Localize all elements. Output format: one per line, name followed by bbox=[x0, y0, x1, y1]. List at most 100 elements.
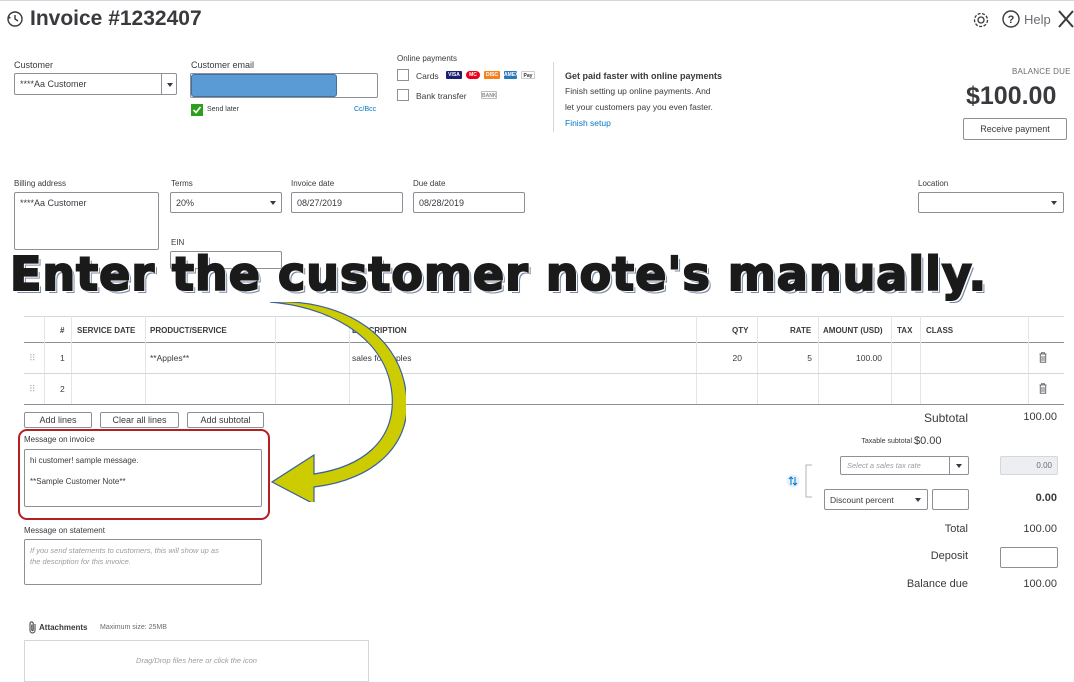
bank-logo: BANK bbox=[481, 91, 497, 99]
apple-pay-logo: Pay bbox=[521, 71, 535, 79]
taxable-subtotal-label: Taxable subtotal bbox=[861, 438, 912, 445]
svg-text:?: ? bbox=[1008, 14, 1015, 26]
message-highlight-box bbox=[18, 429, 270, 520]
cards-checkbox[interactable] bbox=[397, 69, 409, 81]
discover-logo: DISC bbox=[484, 71, 500, 79]
row-qty[interactable]: 20 bbox=[714, 353, 742, 363]
chevron-down-icon bbox=[1051, 201, 1057, 205]
terms-select[interactable]: 20% bbox=[170, 192, 282, 213]
table-bottom-border bbox=[24, 404, 1064, 405]
statement-placeholder-1: If you send statements to customers, thi… bbox=[30, 546, 219, 555]
table-row[interactable]: ⠿ 2 bbox=[24, 374, 1064, 404]
location-label: Location bbox=[918, 179, 949, 188]
col-header-qty: QTY bbox=[732, 326, 749, 335]
customer-select[interactable]: ****Aa Customer bbox=[14, 73, 177, 95]
promo-title: Get paid faster with online payments bbox=[565, 71, 723, 81]
row-rate[interactable]: 5 bbox=[774, 353, 812, 363]
invoice-date-value: 08/27/2019 bbox=[297, 198, 343, 208]
col-header-product: PRODUCT/SERVICE bbox=[150, 326, 227, 335]
ein-label: EIN bbox=[171, 238, 185, 247]
col-header-tax: TAX bbox=[897, 326, 913, 335]
add-lines-button[interactable]: Add lines bbox=[24, 412, 92, 428]
page-title: Invoice #1232407 bbox=[30, 7, 202, 30]
email-redaction bbox=[191, 74, 337, 97]
visa-logo: VISA bbox=[446, 71, 462, 79]
chevron-down-icon bbox=[915, 498, 921, 502]
send-later-checkbox[interactable] bbox=[191, 104, 203, 116]
attachments-max-size: Maximum size: 25MB bbox=[100, 624, 167, 631]
help-icon[interactable]: ? bbox=[1002, 10, 1020, 28]
swap-icon[interactable] bbox=[786, 474, 800, 488]
customer-email-label: Customer email bbox=[191, 60, 255, 70]
chevron-down-icon bbox=[167, 83, 173, 87]
send-later-label: Send later bbox=[207, 106, 239, 113]
balance-due-amount: $100.00 bbox=[966, 82, 1057, 110]
col-header-rate: RATE bbox=[790, 326, 812, 335]
paperclip-icon[interactable] bbox=[28, 621, 38, 634]
billing-address-field[interactable]: ****Aa Customer bbox=[14, 192, 159, 250]
col-header-service-date: SERVICE DATE bbox=[77, 326, 136, 335]
tax-amount-field: 0.00 bbox=[1000, 456, 1058, 475]
invoice-date-label: Invoice date bbox=[291, 179, 335, 188]
row-product[interactable]: **Apples** bbox=[150, 353, 189, 363]
location-select[interactable] bbox=[918, 192, 1064, 213]
customer-value: ****Aa Customer bbox=[20, 79, 87, 89]
gear-icon[interactable] bbox=[972, 11, 990, 29]
total-label: Total bbox=[944, 523, 968, 535]
row-amount[interactable]: 100.00 bbox=[824, 353, 882, 363]
top-border bbox=[0, 0, 1074, 1]
trash-icon[interactable] bbox=[1039, 352, 1047, 363]
billing-address-label: Billing address bbox=[14, 179, 67, 188]
receive-payment-button[interactable]: Receive payment bbox=[963, 118, 1067, 140]
select-divider bbox=[161, 74, 162, 94]
message-statement-field[interactable]: If you send statements to customers, thi… bbox=[24, 539, 262, 585]
bank-transfer-label: Bank transfer bbox=[416, 91, 467, 101]
cards-label: Cards bbox=[416, 71, 439, 81]
drag-handle-icon[interactable]: ⠿ bbox=[29, 353, 36, 364]
col-header-amount: AMOUNT (USD) bbox=[823, 326, 883, 335]
deposit-input[interactable] bbox=[1000, 547, 1058, 568]
billing-address-value: ****Aa Customer bbox=[20, 198, 87, 208]
finish-setup-link[interactable]: Finish setup bbox=[565, 116, 611, 131]
check-icon bbox=[192, 106, 202, 114]
bank-transfer-checkbox[interactable] bbox=[397, 89, 409, 101]
subtotal-value: 100.00 bbox=[1023, 411, 1057, 423]
help-link[interactable]: Help bbox=[1024, 12, 1051, 27]
col-header-num: # bbox=[60, 326, 65, 335]
amex-logo: AMEX bbox=[504, 71, 519, 79]
balance-due-label: Balance due bbox=[906, 578, 968, 590]
deposit-label: Deposit bbox=[930, 550, 968, 562]
taxable-subtotal-value: $0.00 bbox=[914, 435, 942, 447]
clear-all-lines-button[interactable]: Clear all lines bbox=[100, 412, 179, 428]
cc-bcc-link[interactable]: Cc/Bcc bbox=[354, 106, 376, 113]
message-statement-label: Message on statement bbox=[24, 526, 105, 535]
statement-placeholder-2: the description for this invoice. bbox=[30, 557, 131, 566]
close-icon[interactable] bbox=[1056, 8, 1074, 30]
customer-label: Customer bbox=[14, 60, 54, 70]
due-date-field[interactable]: 08/28/2019 bbox=[413, 192, 525, 213]
history-icon[interactable] bbox=[6, 10, 24, 28]
discount-type-select[interactable]: Discount percent bbox=[824, 489, 928, 510]
terms-value: 20% bbox=[176, 198, 195, 208]
chevron-down-icon bbox=[956, 464, 962, 468]
subtotal-label: Subtotal bbox=[923, 411, 968, 425]
total-value: 100.00 bbox=[1023, 523, 1057, 535]
invoice-date-field[interactable]: 08/27/2019 bbox=[291, 192, 403, 213]
add-subtotal-button[interactable]: Add subtotal bbox=[187, 412, 264, 428]
row-num: 2 bbox=[60, 384, 65, 394]
drag-handle-icon[interactable]: ⠿ bbox=[29, 384, 36, 395]
attachments-label: Attachments bbox=[39, 623, 88, 632]
discount-type-value: Discount percent bbox=[830, 495, 894, 505]
attachments-dropzone[interactable]: Drag/Drop files here or click the icon bbox=[24, 640, 369, 682]
table-row[interactable]: ⠿ 1 **Apples** sales for apples 20 5 100… bbox=[24, 343, 1064, 373]
dropzone-text: Drag/Drop files here or click the icon bbox=[136, 656, 257, 665]
balance-due-label: BALANCE DUE bbox=[1012, 67, 1071, 76]
promo-divider bbox=[553, 62, 554, 132]
promo-line-2: let your customers pay you even faster. bbox=[565, 102, 713, 112]
select-divider bbox=[949, 457, 950, 474]
trash-icon[interactable] bbox=[1039, 383, 1047, 394]
mastercard-logo: MC bbox=[466, 71, 480, 79]
promo-line-1: Finish setting up online payments. And bbox=[565, 86, 711, 96]
sales-tax-rate-select[interactable]: Select a sales tax rate bbox=[840, 456, 969, 475]
discount-input[interactable] bbox=[932, 489, 969, 510]
